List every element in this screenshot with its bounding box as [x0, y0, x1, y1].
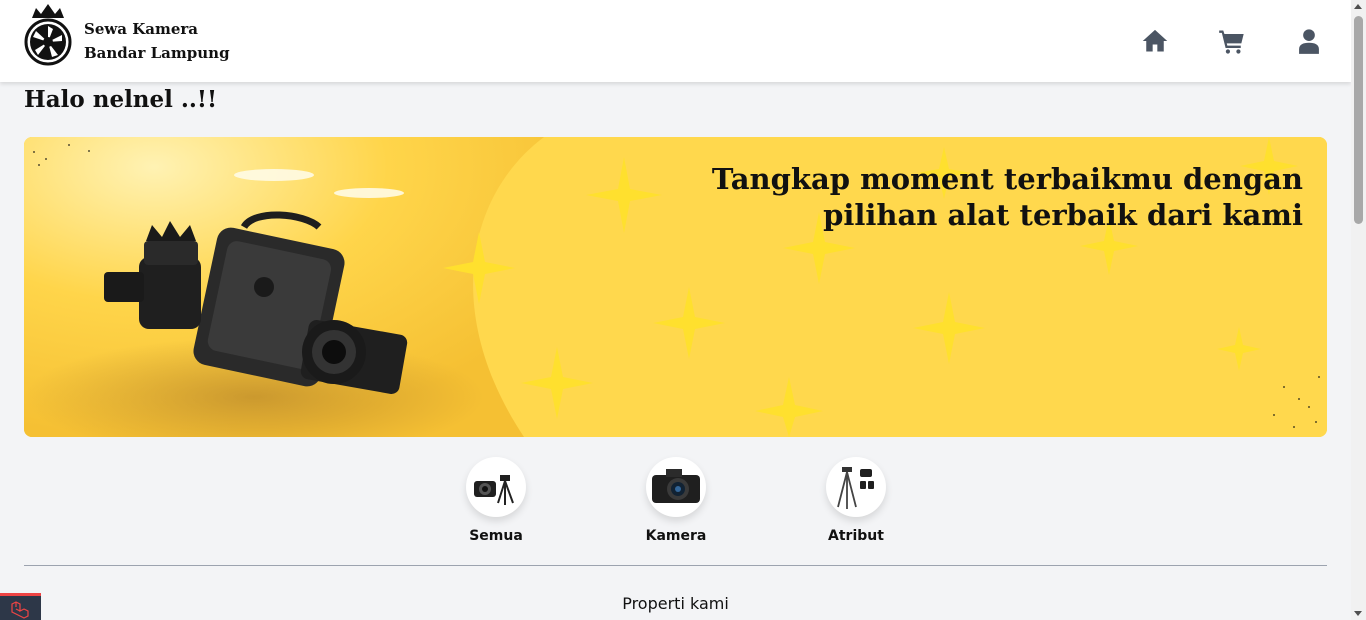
camera-icon: [646, 457, 706, 517]
category-label: Kamera: [645, 528, 707, 544]
promo-banner: Tangkap moment terbaikmu dengan pilihan …: [24, 137, 1327, 437]
debugbar-toggle[interactable]: [0, 593, 41, 620]
category-label: Atribut: [828, 528, 884, 544]
greeting: Halo nelnel ..!!: [24, 86, 218, 113]
scroll-down-icon[interactable]: [1354, 611, 1362, 616]
home-icon[interactable]: [1141, 27, 1169, 55]
banner-line1: Tangkap moment terbaikmu dengan: [711, 162, 1303, 196]
brand-line1: Sewa Kamera: [84, 20, 199, 38]
banner-line2: pilihan alat terbaik dari kami: [823, 198, 1303, 232]
cart-icon[interactable]: [1218, 27, 1246, 55]
category-atribut[interactable]: Atribut: [796, 457, 916, 544]
category-semua[interactable]: Semua: [436, 457, 556, 544]
page-scrollbar[interactable]: [1351, 0, 1366, 620]
scrollbar-thumb[interactable]: [1354, 16, 1363, 224]
user-icon[interactable]: [1295, 27, 1323, 55]
section-title: Properti kami: [622, 594, 729, 613]
category-kamera[interactable]: Kamera: [616, 457, 736, 544]
brand-line2: Bandar Lampung: [84, 44, 230, 62]
laravel-icon: [11, 601, 29, 619]
scroll-up-icon[interactable]: [1354, 4, 1362, 9]
tripod-icon: [826, 457, 886, 517]
logo-icon[interactable]: [24, 4, 72, 66]
navbar: Sewa Kamera Bandar Lampung: [0, 0, 1351, 82]
brand-name: Sewa Kamera Bandar Lampung: [84, 17, 230, 65]
category-label: Semua: [469, 528, 523, 544]
banner-headline: Tangkap moment terbaikmu dengan pilihan …: [663, 161, 1303, 233]
camera-tripod-icon: [466, 457, 526, 517]
section-divider: [24, 565, 1327, 566]
